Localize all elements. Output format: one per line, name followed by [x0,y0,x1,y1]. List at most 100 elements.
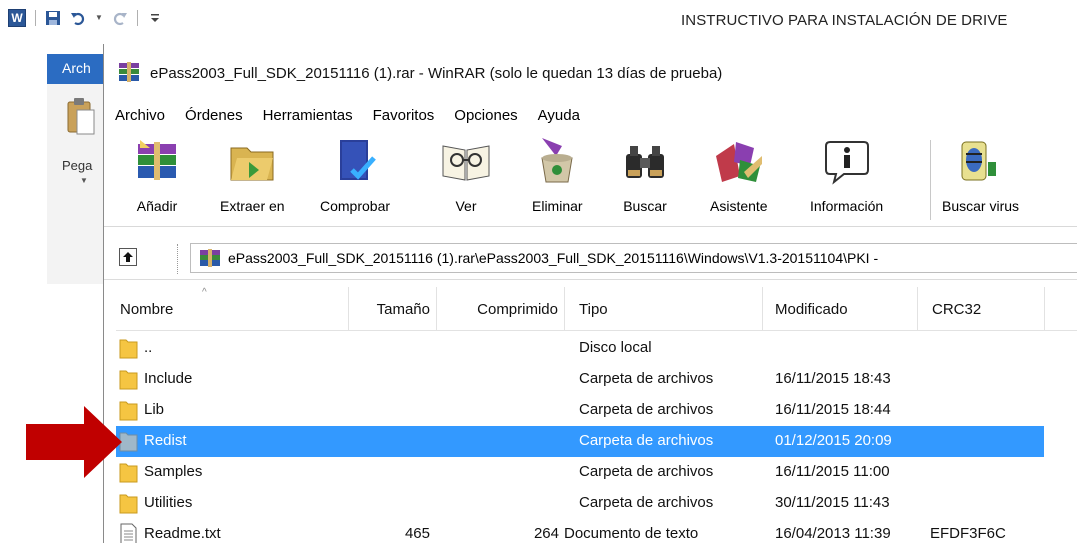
column-header-crc[interactable]: CRC32 [918,287,1045,331]
file-type: Carpeta de archivos [579,401,714,418]
archive-icon [199,249,221,267]
arrow-up-icon [123,252,133,262]
file-modified: 16/11/2015 11:00 [775,463,890,480]
redo-icon[interactable] [112,10,128,26]
qat-separator [35,10,36,26]
column-header-name-label: Nombre [120,300,174,318]
menu-ayuda[interactable]: Ayuda [538,107,580,124]
column-header-size-label: Tamaño [376,300,430,318]
word-tab-file[interactable]: Arch [47,54,103,84]
list-item[interactable]: Readme.txt 465 264 Documento de texto 16… [104,519,1077,543]
word-titlebar: W ▼ INSTRUCTIVO PARA INSTALACIÓN DE DRIV… [0,0,1077,44]
extract-to-button[interactable]: Extraer en [220,136,285,224]
folder-icon [119,494,138,514]
file-name: Readme.txt [144,525,221,542]
extract-icon [230,147,274,181]
menu-opciones[interactable]: Opciones [454,107,517,124]
column-header-packed[interactable]: Comprimido [437,287,565,331]
path-separator [177,244,179,274]
test-label: Comprobar [320,198,391,214]
winrar-window: ePass2003_Full_SDK_20151116 (1).rar - Wi… [103,44,1077,543]
view-label: Ver [455,198,477,214]
find-label: Buscar [623,198,667,214]
file-name: .. [144,339,153,356]
text-file-icon [120,523,137,543]
folder-icon [119,370,138,390]
list-item[interactable]: Samples Carpeta de archivos 16/11/2015 1… [104,457,1077,488]
column-header-modified-label: Modificado [775,300,848,318]
file-type: Carpeta de archivos [579,432,714,449]
file-type: Disco local [579,339,652,356]
paste-dropdown-icon[interactable]: ▼ [80,176,88,185]
column-header-crc-label: CRC32 [932,300,982,318]
test-button[interactable]: Comprobar [320,136,390,224]
file-name: Redist [144,432,187,449]
toolbar-separator [930,140,931,220]
add-button[interactable]: Añadir [132,136,182,224]
menu-archivo[interactable]: Archivo [115,107,165,124]
wizard-icon [715,142,762,182]
find-button[interactable]: Buscar [620,136,670,224]
file-type: Carpeta de archivos [579,463,714,480]
column-header-type-label: Tipo [579,300,608,318]
file-modified: 30/11/2015 11:43 [775,494,890,511]
list-item[interactable]: Lib Carpeta de archivos 16/11/2015 18:44 [104,395,1077,426]
sort-ascending-icon: ^ [202,287,207,298]
delete-button[interactable]: Eliminar [532,136,583,224]
chevron-down-icon[interactable]: ▼ [95,10,103,26]
file-list: Nombre ^ Tamaño Comprimido Tipo Modifica… [104,284,1077,543]
winrar-toolbar: Añadir Extraer en Comprobar Ver Eliminar… [104,130,1077,227]
file-type: Carpeta de archivos [579,370,714,387]
info-icon [824,141,869,185]
column-header-type[interactable]: Tipo [565,287,763,331]
list-item-selected[interactable]: Redist Carpeta de archivos 01/12/2015 20… [104,426,1077,457]
menu-herramientas[interactable]: Herramientas [263,107,353,124]
info-button[interactable]: Información [810,136,883,224]
list-item[interactable]: .. Disco local [104,333,1077,364]
menu-ordenes[interactable]: Órdenes [185,107,243,124]
path-bar: ePass2003_Full_SDK_20151116 (1).rar\ePas… [104,234,1077,280]
up-folder-button[interactable] [119,248,137,266]
info-label: Información [810,198,884,214]
word-quick-access-toolbar: W ▼ [8,9,163,27]
test-icon [340,140,376,180]
view-icon [442,145,490,181]
qat-separator [137,10,138,26]
word-document-title: INSTRUCTIVO PARA INSTALACIÓN DE DRIVE [681,12,1008,29]
delete-label: Eliminar [532,198,583,214]
paste-icon[interactable] [66,96,96,136]
undo-icon[interactable] [70,10,86,26]
virus-scan-button[interactable]: Buscar virus [942,136,1019,224]
path-field[interactable]: ePass2003_Full_SDK_20151116 (1).rar\ePas… [190,243,1077,273]
file-name: Utilities [144,494,193,511]
save-icon[interactable] [45,10,61,26]
annotation-arrow-icon [26,406,122,478]
paste-label[interactable]: Pega [62,158,92,173]
file-name: Lib [144,401,165,418]
file-packed: 264 [533,525,559,542]
column-header-name[interactable]: Nombre [116,287,349,331]
file-modified: 16/11/2015 18:44 [775,401,891,418]
winrar-title: ePass2003_Full_SDK_20151116 (1).rar - Wi… [150,65,723,82]
extract-to-label: Extraer en [220,198,285,214]
winrar-app-icon[interactable] [118,62,140,82]
wizard-button[interactable]: Asistente [710,136,768,224]
menu-favoritos[interactable]: Favoritos [373,107,435,124]
list-item[interactable]: Utilities Carpeta de archivos 30/11/2015… [104,488,1077,519]
word-logo-icon[interactable]: W [8,9,26,27]
add-archive-icon [138,140,176,180]
winrar-menubar: Archivo Órdenes Herramientas Favoritos O… [104,100,1077,130]
file-crc: EFDF3F6C [930,525,1006,542]
list-item[interactable]: Include Carpeta de archivos 16/11/2015 1… [104,364,1077,395]
customize-qat-icon[interactable] [147,10,163,26]
column-header-modified[interactable]: Modificado [763,287,918,331]
winrar-titlebar: ePass2003_Full_SDK_20151116 (1).rar - Wi… [104,44,1077,100]
add-label: Añadir [136,198,178,214]
column-header-size[interactable]: Tamaño [349,287,437,331]
file-modified: 01/12/2015 20:09 [775,432,892,449]
column-header-packed-label: Comprimido [477,300,558,318]
virus-scan-icon [961,141,996,181]
file-name: Samples [144,463,203,480]
view-button[interactable]: Ver [441,136,491,224]
folder-icon [119,339,138,359]
